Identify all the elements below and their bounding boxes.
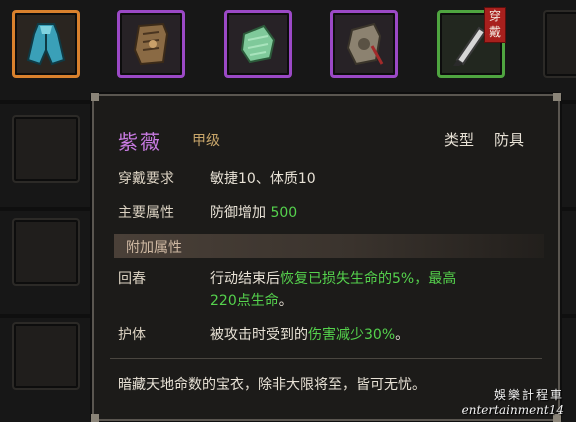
robe-icon (346, 22, 384, 66)
item-description: 暗藏天地命数的宝衣，除非大限将至，皆可无忧。 (118, 377, 426, 393)
equipped-badge: 穿戴 (484, 7, 506, 43)
inventory-slot-empty[interactable] (12, 115, 80, 183)
item-tooltip: 紫薇 甲级 类型 防具 穿戴要求 敏捷10、体质10 主要属性 防御增加 500… (91, 93, 561, 422)
requirement-label: 穿戴要求 (118, 171, 174, 187)
item-name: 紫薇 (118, 130, 162, 154)
effect-text-plain: 。 (278, 293, 293, 309)
main-attribute-text: 防御增加 (210, 205, 266, 221)
main-attribute-number: 500 (270, 205, 298, 221)
inventory-slot-partial[interactable] (543, 10, 576, 78)
cloak-icon (26, 23, 66, 66)
watermark-cn: 娛樂計程車 (493, 388, 564, 402)
bonus-attributes-title: 附加属性 (126, 240, 182, 256)
bonus-attributes-header: 附加属性 (114, 234, 544, 258)
item-type-label: 类型 (444, 131, 475, 149)
watermark-en: entertainment14 (461, 403, 564, 417)
item-type-value: 防具 (494, 131, 525, 149)
main-attribute-value: 防御增加 500 (210, 202, 297, 222)
effect-label-huichun: 回春 (118, 271, 146, 287)
inventory-slot-empty[interactable] (12, 322, 80, 390)
inventory-slot-leather-armor[interactable] (117, 10, 185, 78)
description-divider (110, 358, 542, 359)
effect-text-plain: 被攻击时受到的 (210, 327, 308, 343)
item-grade: 甲级 (192, 133, 220, 149)
inventory-slot-blade-equipped[interactable]: 穿戴 (437, 7, 506, 78)
requirement-value: 敏捷10、体质10 (210, 171, 316, 187)
tooltip-corner (553, 93, 561, 101)
effect-text-highlight: 伤害减少30% (308, 327, 396, 343)
inventory-slot-jade-cloth[interactable] (224, 10, 292, 78)
effect-text-huti: 被攻击时受到的伤害减少30%。 (210, 324, 409, 344)
effect-text-highlight: 220点生命 (210, 293, 279, 309)
watermark: 娛樂計程車 entertainment14 (462, 386, 564, 417)
leather-armor-icon (133, 22, 169, 66)
effect-text-plain: 行动结束后 (210, 271, 280, 287)
effect-label-huti: 护体 (118, 327, 146, 343)
tooltip-corner (91, 93, 99, 101)
jade-cloth-icon (240, 24, 276, 64)
main-attribute-label: 主要属性 (118, 205, 174, 221)
effect-text-highlight: 恢复已损失生命的5%，最高 (280, 271, 457, 287)
inventory-slot-empty[interactable] (12, 218, 80, 286)
effect-text-huichun: 行动结束后恢复已损失生命的5%，最高 (210, 268, 456, 288)
inventory-slot-cloak[interactable] (12, 10, 80, 78)
effect-text-huichun-line2: 220点生命。 (210, 290, 293, 310)
inventory-slot-robe[interactable] (330, 10, 398, 78)
effect-text-plain: 。 (395, 327, 410, 343)
